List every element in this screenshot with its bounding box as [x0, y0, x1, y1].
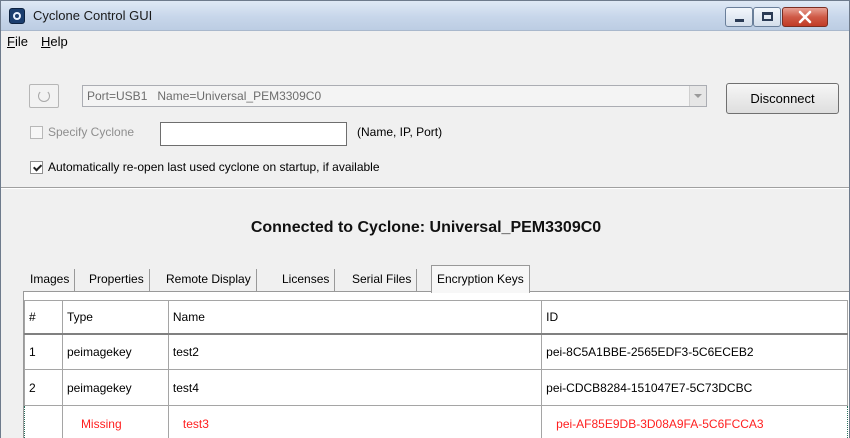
cyclone-app-icon	[9, 8, 25, 24]
cell-id: pei-CDCB8284-151047E7-5C73DCBC	[541, 369, 848, 406]
cell-type: peimagekey	[61, 369, 169, 406]
port-select-value: Port=USB1 Name=Universal_PEM3309C0	[87, 89, 322, 103]
specify-cyclone-label: Specify Cyclone	[48, 125, 135, 139]
table-header-row: # Type Name ID	[24, 300, 848, 335]
tab-encryption-keys[interactable]: Encryption Keys	[431, 265, 530, 293]
port-select[interactable]: Port=USB1 Name=Universal_PEM3309C0	[82, 85, 707, 107]
cell-name: test4	[167, 369, 543, 406]
specify-cyclone-checkbox[interactable]	[30, 126, 43, 139]
tab-properties[interactable]: Properties	[84, 269, 150, 291]
auto-reopen-label: Automatically re-open last used cyclone …	[48, 160, 380, 174]
minimize-icon	[735, 19, 744, 22]
minimize-button[interactable]	[725, 7, 753, 27]
title-bar[interactable]: Cyclone Control GUI	[1, 1, 849, 31]
tab-licenses[interactable]: Licenses	[277, 269, 336, 291]
column-header-type[interactable]: Type	[61, 300, 169, 335]
encryption-keys-table: # Type Name ID 1 peimagekey test2 pei-8C…	[24, 300, 848, 438]
encryption-keys-panel: # Type Name ID 1 peimagekey test2 pei-8C…	[23, 291, 849, 438]
maximize-icon	[762, 12, 773, 21]
tab-serial-files[interactable]: Serial Files	[347, 269, 418, 291]
cell-number: 2	[24, 369, 63, 406]
cell-type: peimagekey	[61, 333, 169, 370]
column-header-id[interactable]: ID	[541, 300, 848, 335]
window-title: Cyclone Control GUI	[33, 8, 153, 23]
table-row[interactable]: 1 peimagekey test2 pei-8C5A1BBE-2565EDF3…	[24, 333, 848, 370]
cell-name: test2	[167, 333, 543, 370]
specify-cyclone-hint: (Name, IP, Port)	[357, 125, 443, 139]
cell-type: Missing	[61, 405, 169, 438]
tab-remote-display[interactable]: Remote Display	[161, 269, 257, 291]
close-icon	[798, 10, 812, 24]
tab-images[interactable]: Images	[25, 269, 76, 291]
refresh-button[interactable]	[29, 84, 59, 108]
menu-bar: File Help	[1, 31, 849, 51]
table-row[interactable]: 2 peimagekey test4 pei-CDCB8284-151047E7…	[24, 369, 848, 406]
refresh-icon	[38, 90, 50, 102]
menu-file[interactable]: File	[7, 34, 28, 49]
specify-cyclone-input[interactable]	[160, 122, 347, 146]
checkmark-icon	[33, 162, 43, 172]
cell-id: pei-AF85E9DB-3D08A9FA-5C6FCCA3	[541, 405, 848, 438]
cell-id: pei-8C5A1BBE-2565EDF3-5C6ECEB2	[541, 333, 848, 370]
chevron-down-icon[interactable]	[689, 86, 706, 106]
column-header-name[interactable]: Name	[167, 300, 543, 335]
connection-status: Connected to Cyclone: Universal_PEM3309C…	[250, 219, 602, 236]
divider	[1, 187, 849, 189]
app-window: Cyclone Control GUI File Help Port=USB1 …	[0, 0, 850, 438]
disconnect-button[interactable]: Disconnect	[726, 83, 839, 114]
cell-number	[24, 405, 63, 438]
auto-reopen-checkbox[interactable]	[30, 161, 43, 174]
menu-help[interactable]: Help	[41, 34, 68, 49]
table-row-missing[interactable]: Missing test3 pei-AF85E9DB-3D08A9FA-5C6F…	[24, 405, 848, 438]
tab-strip: Images Properties Remote Display License…	[1, 265, 849, 293]
column-header-number[interactable]: #	[24, 300, 63, 335]
close-button[interactable]	[782, 7, 828, 27]
cell-name: test3	[167, 405, 543, 438]
maximize-button[interactable]	[753, 7, 781, 27]
cell-number: 1	[24, 333, 63, 370]
